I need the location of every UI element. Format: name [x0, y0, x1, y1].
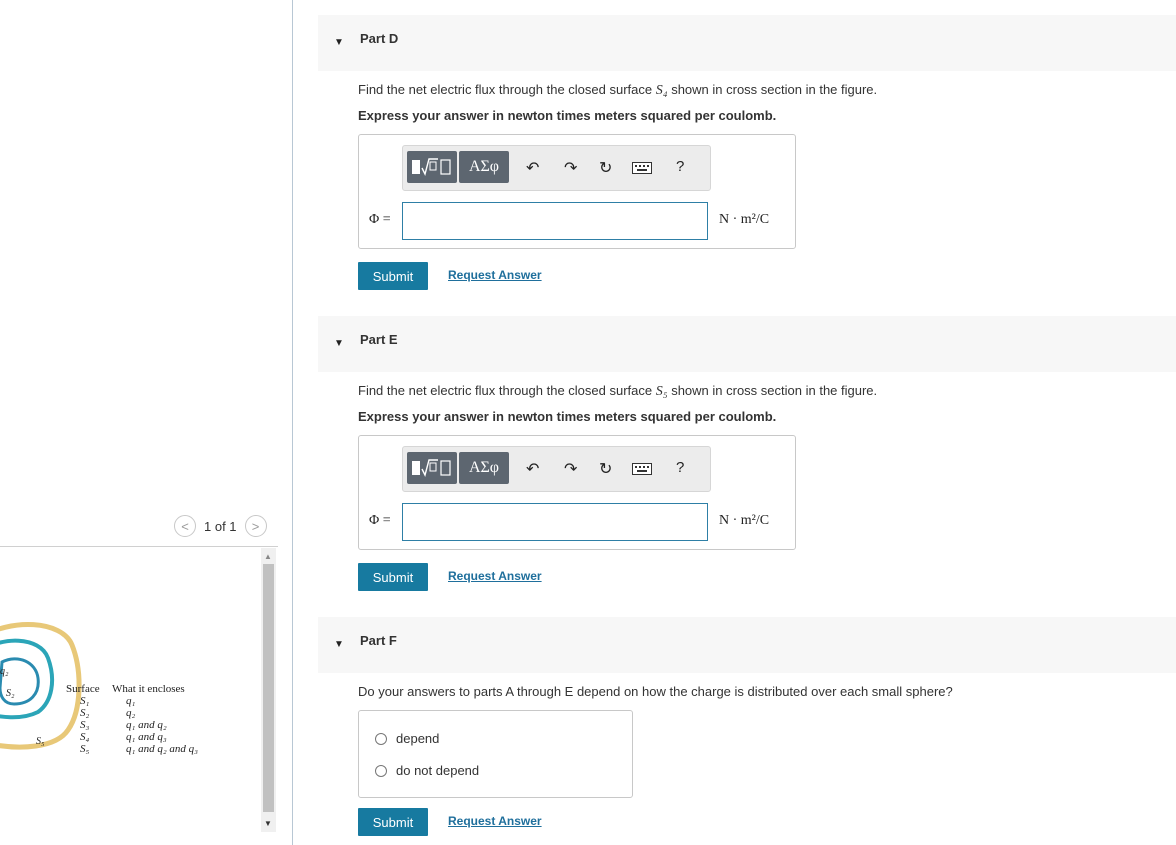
request-answer-link[interactable]: Request Answer [448, 569, 542, 583]
keyboard-icon[interactable] [632, 161, 652, 179]
radio-button[interactable] [375, 732, 387, 745]
instruction-text: Express your answer in newton times mete… [358, 108, 777, 123]
question-text: Find the net electric flux through the c… [358, 383, 878, 399]
s5-label: S₅ [36, 736, 45, 747]
greek-symbols-button[interactable]: ΑΣφ [459, 151, 509, 183]
part-title: Part F [360, 633, 397, 648]
question-text: Find the net electric flux through the c… [358, 82, 878, 98]
answer-label: Φ = [369, 513, 391, 528]
help-icon[interactable]: ? [676, 459, 684, 476]
undo-icon[interactable]: ↶ [526, 459, 539, 479]
legend-header-surface: Surface [66, 683, 100, 695]
submit-button[interactable]: Submit [358, 808, 428, 836]
question-text: Do your answers to parts A through E dep… [358, 684, 953, 699]
answer-box: ΑΣφ ↶ ↷ ↻ ? Φ = N · m²/C [358, 134, 796, 249]
chevron-left-icon: < [181, 518, 189, 534]
request-answer-link[interactable]: Request Answer [448, 814, 542, 828]
template-icon [412, 459, 451, 477]
collapse-triangle-icon[interactable]: ▼ [334, 338, 344, 349]
part-e-header[interactable]: ▼ Part E [318, 316, 1176, 372]
option-label: depend [396, 731, 440, 746]
figure-scrollbar[interactable]: ▲ ▼ [261, 548, 276, 832]
greek-symbols-button[interactable]: ΑΣφ [459, 452, 509, 484]
option-do-not-depend[interactable]: do not depend [375, 763, 479, 778]
submit-button[interactable]: Submit [358, 262, 428, 290]
questions-pane: ▼ Part D Find the net electric flux thro… [318, 0, 1176, 845]
figure-page-count: 1 of 1 [204, 518, 237, 534]
scroll-up-arrow-icon[interactable]: ▲ [264, 552, 272, 561]
template-button[interactable] [407, 151, 457, 183]
collapse-triangle-icon[interactable]: ▼ [334, 639, 344, 650]
q2-label: q₂ [0, 666, 9, 677]
units-label: N · m²/C [719, 212, 770, 227]
legend-row: S₃ q₁ and q₂ [80, 719, 167, 731]
math-toolbar: ΑΣφ ↶ ↷ ↻ ? [402, 145, 711, 191]
redo-icon[interactable]: ↷ [564, 459, 577, 479]
undo-icon[interactable]: ↶ [526, 158, 539, 178]
legend-row: S₄ q₁ and q₃ [80, 731, 167, 743]
help-icon[interactable]: ? [676, 158, 684, 175]
next-figure-button[interactable]: > [244, 515, 267, 537]
figure-pager: < 1 of 1 > [174, 514, 267, 538]
legend-header-encloses: What it encloses [112, 683, 185, 695]
part-d-header[interactable]: ▼ Part D [318, 15, 1176, 71]
surface-legend: Surface What it encloses S₁ q₁ S₂ q₂ S₃ q₁ a… [66, 683, 198, 755]
option-label: do not depend [396, 763, 480, 778]
answer-box: ΑΣφ ↶ ↷ ↻ ? Φ = N · m²/C [358, 435, 796, 550]
chevron-right-icon: > [251, 518, 260, 534]
surface-s3 [0, 638, 55, 720]
answer-input[interactable] [402, 202, 708, 240]
prev-figure-button[interactable]: < [174, 515, 196, 537]
units-label: N · m²/C [719, 513, 770, 528]
option-depend[interactable]: depend [375, 731, 439, 746]
legend-row: S₁ q₁ [80, 695, 136, 707]
multiple-choice-box: depend do not depend [358, 710, 633, 798]
legend-row: S₂ q₂ [80, 707, 136, 719]
reset-icon[interactable]: ↻ [599, 158, 612, 178]
template-icon [412, 158, 451, 176]
math-toolbar: ΑΣφ ↶ ↷ ↻ ? [402, 446, 711, 492]
part-title: Part D [360, 31, 399, 46]
part-f-header[interactable]: ▼ Part F [318, 617, 1176, 673]
reset-icon[interactable]: ↻ [599, 459, 612, 479]
collapse-triangle-icon[interactable]: ▼ [334, 37, 344, 48]
figure-pane: < 1 of 1 > q₂ S₂ S₅ Surface What it enclo… [0, 0, 293, 845]
answer-input[interactable] [402, 503, 708, 541]
scroll-down-arrow-icon[interactable]: ▼ [264, 819, 272, 828]
s2-label: S₂ [6, 688, 15, 699]
legend-row: S₅ q₁ and q₂ and q₃ [80, 743, 198, 755]
instruction-text: Express your answer in newton times mete… [358, 409, 777, 424]
submit-button[interactable]: Submit [358, 563, 428, 591]
part-title: Part E [360, 332, 398, 347]
template-button[interactable] [407, 452, 457, 484]
request-answer-link[interactable]: Request Answer [448, 268, 542, 282]
redo-icon[interactable]: ↷ [564, 158, 577, 178]
keyboard-icon[interactable] [632, 462, 652, 480]
answer-label: Φ = [369, 212, 391, 227]
pane-divider [0, 546, 278, 547]
scrollbar-thumb[interactable] [263, 564, 274, 812]
radio-button[interactable] [375, 764, 387, 777]
